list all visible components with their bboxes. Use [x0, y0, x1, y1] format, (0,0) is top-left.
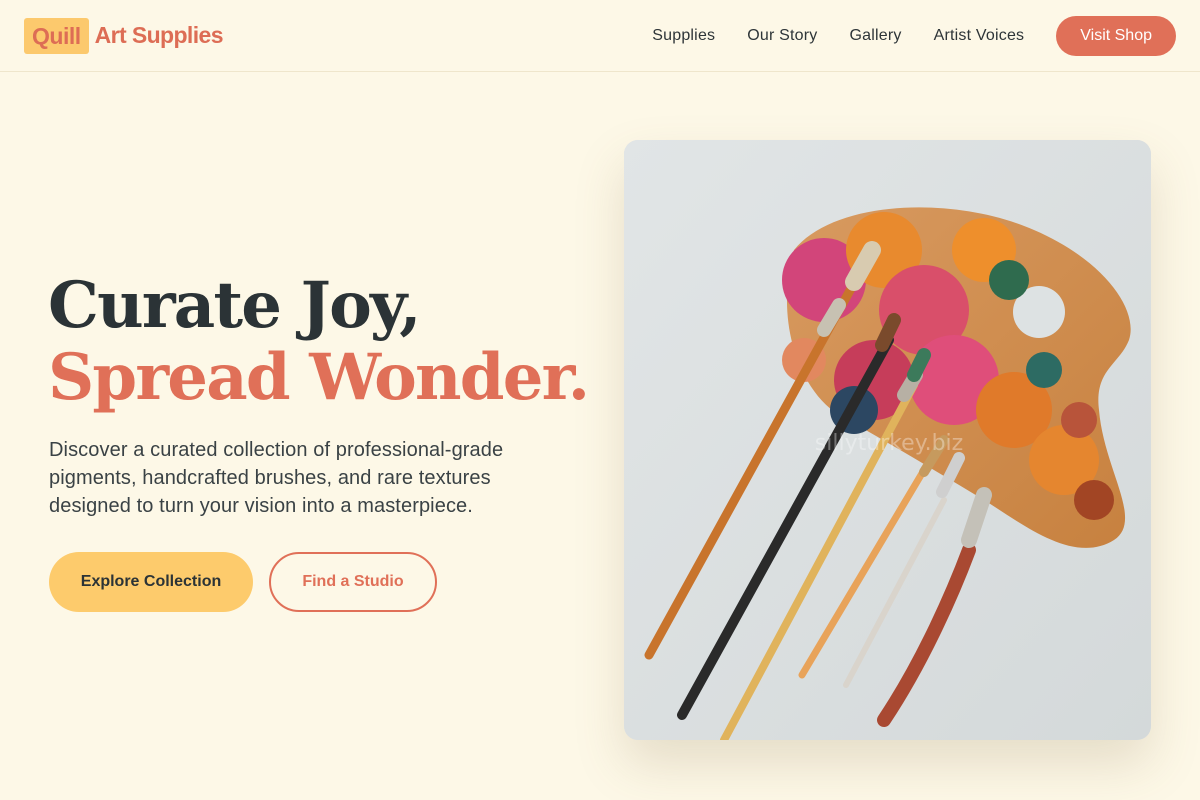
nav-link-artist-voices[interactable]: Artist Voices [934, 27, 1025, 45]
hero-title-line-1: Curate Joy, [48, 268, 422, 343]
nav-link-our-story[interactable]: Our Story [747, 27, 817, 45]
find-a-studio-button[interactable]: Find a Studio [269, 552, 437, 612]
logo-mark: Quill [24, 17, 89, 54]
hero-description: Discover a curated collection of profess… [49, 439, 504, 517]
visit-shop-button[interactable]: Visit Shop [1056, 15, 1176, 56]
logo[interactable]: Quill Art Supplies [24, 17, 224, 54]
image-watermark: sillyturkey.biz [815, 431, 963, 456]
palette-illustration: sillyturkey.biz [624, 140, 1151, 740]
hero-title-line-2: Spread Wonder. [48, 340, 590, 415]
nav-link-gallery[interactable]: Gallery [850, 27, 902, 45]
hero-title: Curate Joy, Spread Wonder. [48, 268, 590, 415]
site-header: Quill Art Supplies Supplies Our Story Ga… [0, 0, 1200, 72]
explore-collection-button[interactable]: Explore Collection [49, 552, 253, 612]
hero-image-palette-brushes: sillyturkey.biz [624, 140, 1151, 740]
main-nav: Supplies Our Story Gallery Artist Voices… [652, 15, 1176, 56]
logo-text: Art Supplies [94, 22, 224, 48]
nav-link-supplies[interactable]: Supplies [652, 27, 715, 45]
